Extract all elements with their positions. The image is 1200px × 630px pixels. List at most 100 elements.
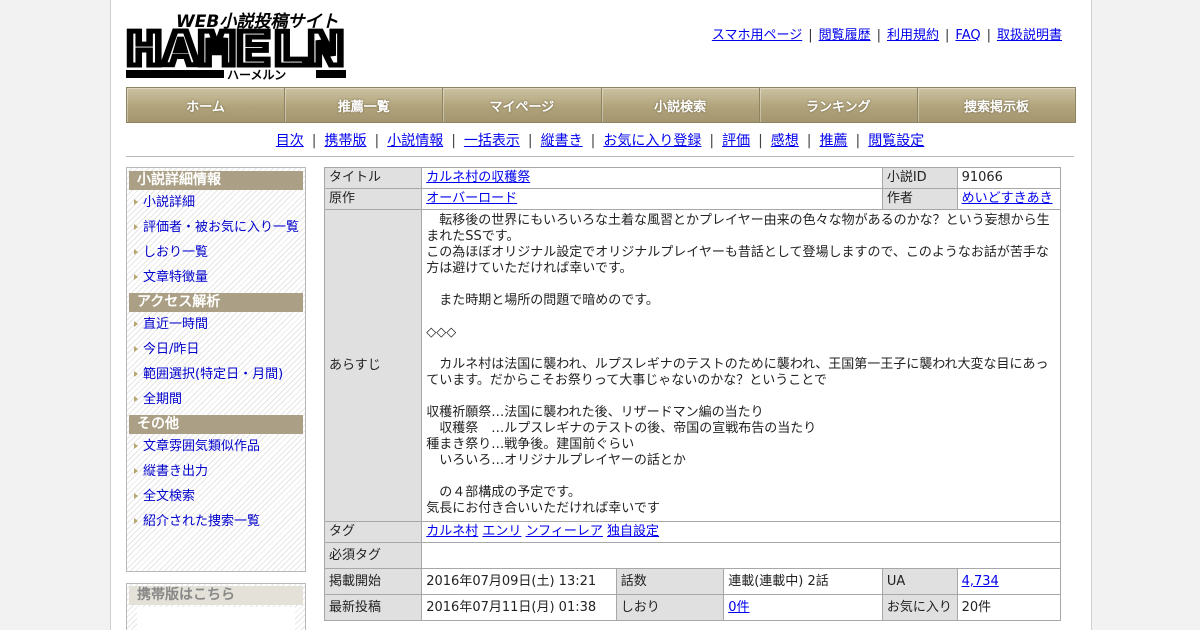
arrow-icon (134, 224, 138, 230)
summary-line: 転移後の世界にもいろいろな土着な風習とかプレイヤー由来の色々な物があるのかな？と… (426, 213, 1050, 244)
nav-mypage[interactable]: マイページ (443, 88, 602, 122)
summary-line (426, 277, 1056, 293)
tag-link[interactable]: 独自設定 (607, 524, 659, 539)
side-heading-details: 小説詳細情報 (129, 171, 303, 190)
subnav-view-settings[interactable]: 閲覧設定 (868, 133, 924, 149)
original-work-link[interactable]: オーバーロード (426, 191, 517, 206)
side-item-raters[interactable]: 評価者・被お気に入り一覧 (127, 215, 305, 240)
nav-home[interactable]: ホーム (127, 88, 286, 122)
summary-line (426, 341, 1056, 357)
page: WEB小説投稿サイト HAMELN ハーメルン スマホ用ページ | 閲覧履歴 | 利用規… (110, 0, 1092, 630)
arrow-icon (134, 249, 138, 255)
link-faq[interactable]: FAQ (955, 28, 980, 43)
table-row: 掲載開始 2016年07月09日(土) 13:21 話数 連載(連載中) 2話 … (323, 568, 1062, 595)
episodes-label: 話数 (615, 568, 725, 595)
subnav-toc[interactable]: 目次 (276, 133, 304, 149)
required-tags-value (421, 542, 1061, 569)
table-row: 必須タグ (323, 542, 1061, 569)
mobile-qr-area (137, 607, 295, 630)
arrow-icon (134, 274, 138, 280)
summary-line (426, 309, 1056, 325)
original-label: 原作 (323, 188, 423, 210)
novel-id-label: 小説ID (881, 167, 958, 189)
side-item-similar[interactable]: 文章雰囲気類似作品 (127, 434, 305, 459)
tag-link[interactable]: エンリ (482, 524, 521, 539)
link-smartphone[interactable]: スマホ用ページ (712, 28, 802, 43)
author-link[interactable]: めいどすきあき (962, 191, 1053, 206)
side-heading-other: その他 (129, 415, 303, 434)
novel-title-link[interactable]: カルネ村の収穫祭 (426, 170, 530, 185)
ua-label: UA (881, 568, 958, 595)
nav-novel-search[interactable]: 小説検索 (602, 88, 760, 122)
tag-link[interactable]: カルネ村 (426, 524, 478, 539)
published-label: 掲載開始 (323, 568, 423, 595)
summary-line: いろいろ…オリジナルプレイヤーの話とか (426, 453, 686, 468)
summary-line: 気長にお付き合いいただければ幸いです (426, 501, 660, 516)
side-item-last-hour[interactable]: 直近一時間 (127, 312, 305, 337)
tag-link[interactable]: ンフィーレア (526, 524, 603, 539)
top-links: スマホ用ページ | 閲覧履歴 | 利用規約 | FAQ | 取扱説明書 (711, 28, 1062, 43)
global-nav: ホーム 推薦一覧 マイページ 小説検索 ランキング 捜索掲示板 (126, 87, 1076, 123)
nav-recommendations[interactable]: 推薦一覧 (285, 88, 444, 122)
link-history[interactable]: 閲覧履歴 (819, 28, 871, 43)
summary-line: また時期と場所の問題で暗めのです。 (426, 293, 659, 308)
subnav-show-all[interactable]: 一括表示 (464, 133, 520, 149)
ua-link[interactable]: 4,734 (962, 574, 999, 589)
arrow-icon (134, 518, 138, 524)
site-logo[interactable]: WEB小説投稿サイト HAMELN ハーメルン (124, 10, 348, 82)
side-item-bookmarks[interactable]: しおり一覧 (127, 240, 305, 265)
summary-line (426, 389, 1056, 405)
summary-line: の４部構成の予定です。 (426, 485, 581, 500)
favorites-label: お気に入り (881, 594, 958, 621)
subnav-add-favorite[interactable]: お気に入り登録 (603, 133, 701, 149)
side-item-introduced-searches[interactable]: 紹介された捜索一覧 (127, 509, 305, 534)
hameln-logo-icon: WEB小説投稿サイト HAMELN ハーメルン (124, 12, 347, 82)
arrow-icon (134, 493, 138, 499)
side-item-vertical-output[interactable]: 縦書き出力 (127, 459, 305, 484)
side-item-fulltext-search[interactable]: 全文検索 (127, 484, 305, 509)
arrow-icon (134, 443, 138, 449)
side-item-novel-details[interactable]: 小説詳細 (127, 190, 305, 215)
summary-line: ◇◇◇ (426, 325, 457, 340)
tags-list: カルネ村 エンリ ンフィーレア 独自設定 (421, 521, 1061, 543)
side-heading-access: アクセス解析 (129, 293, 303, 312)
arrow-icon (134, 371, 138, 377)
subnav-rate[interactable]: 評価 (722, 133, 750, 149)
nav-ranking[interactable]: ランキング (760, 88, 918, 122)
arrow-icon (134, 396, 138, 402)
side-item-all-time[interactable]: 全期間 (127, 387, 305, 412)
subnav-comments[interactable]: 感想 (771, 133, 799, 149)
mobile-version-heading: 携帯版はこちら (129, 586, 303, 605)
novel-id-value: 91066 (956, 167, 1062, 189)
side-menu: 小説詳細情報 小説詳細 評価者・被お気に入り一覧 しおり一覧 文章特徴量 アクセ… (126, 167, 306, 572)
subnav-novel-info[interactable]: 小説情報 (387, 133, 443, 149)
updated-value: 2016年07月11日(月) 01:38 (421, 594, 617, 621)
side-item-text-features[interactable]: 文章特徴量 (127, 265, 305, 290)
side-item-today-yesterday[interactable]: 今日/昨日 (127, 337, 305, 362)
link-manual[interactable]: 取扱説明書 (997, 28, 1062, 43)
tags-label: タグ (323, 521, 423, 543)
arrow-icon (134, 199, 138, 205)
novel-detail-table: タイトル カルネ村の収穫祭 小説ID 91066 原作 オーバーロード 作者 め… (323, 167, 1062, 621)
table-row: 原作 オーバーロード 作者 めいどすきあき (323, 188, 1062, 210)
subnav-mobile[interactable]: 携帯版 (324, 133, 366, 149)
table-row: タイトル カルネ村の収穫祭 小説ID 91066 (323, 167, 1062, 189)
favorites-value: 20件 (956, 594, 1062, 621)
bookmarks-link[interactable]: 0件 (728, 600, 749, 615)
table-row: タグ カルネ村 エンリ ンフィーレア 独自設定 (323, 521, 1061, 543)
summary-line: 収穫祈願祭…法国に襲われた後、リザードマン編の当たり (426, 405, 764, 420)
updated-label: 最新投稿 (323, 594, 423, 621)
summary-line (426, 469, 1056, 485)
side-item-range[interactable]: 範囲選択(特定日・月間) (127, 362, 305, 387)
arrow-icon (134, 468, 138, 474)
required-tags-label: 必須タグ (323, 542, 423, 569)
link-terms[interactable]: 利用規約 (887, 28, 939, 43)
subnav-vertical[interactable]: 縦書き (541, 133, 583, 149)
episodes-value: 連載(連載中) 2話 (723, 568, 883, 595)
subnav-recommend[interactable]: 推薦 (820, 133, 848, 149)
summary-line: 種まき祭り…戦争後。建国前ぐらい (426, 437, 635, 452)
arrow-icon (134, 346, 138, 352)
nav-search-board[interactable]: 捜索掲示板 (918, 88, 1075, 122)
published-value: 2016年07月09日(土) 13:21 (421, 568, 617, 595)
summary-line: 収穫祭 …ルプスレギナのテストの後、帝国の宣戦布告の当たり (426, 421, 817, 436)
